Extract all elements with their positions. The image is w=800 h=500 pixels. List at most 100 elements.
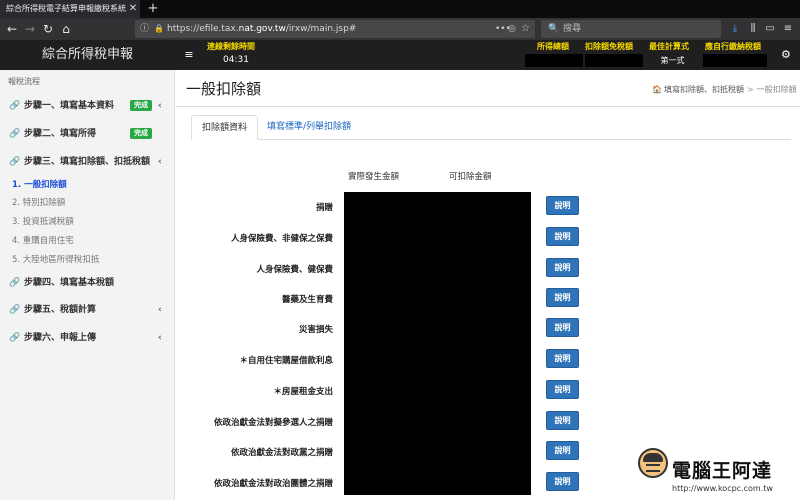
url-text[interactable]: https://efile.tax.nat.gov.tw/irxw/main.j…: [167, 20, 356, 38]
tax-payable-value: [703, 54, 767, 67]
explain-button-insurance-non-nhi[interactable]: 說明: [546, 227, 579, 246]
search-bar[interactable]: 🔍 搜尋: [541, 20, 721, 38]
tax-payable-label: 應自行繳納稅額: [705, 42, 761, 51]
forward-icon[interactable]: →: [22, 21, 38, 37]
redacted-amounts: [344, 192, 531, 495]
row-label-political-candidate: 依政治獻金法對擬參選人之捐贈: [213, 418, 333, 428]
sidebar-subitem-repurchase-home[interactable]: 4. 重購自用住宅: [12, 232, 172, 250]
tab-deduction-data[interactable]: 扣除額資料: [191, 115, 259, 140]
row-label-disaster: 災害損失: [298, 325, 333, 335]
browser-tab-title: 綜合所得稅電子結算申報繳稅系統: [6, 4, 126, 13]
explain-button-medical[interactable]: 說明: [546, 288, 579, 307]
row-label-insurance-nhi: 人身保險費、健保費: [256, 265, 333, 275]
tab-standard-itemized[interactable]: 填寫標準/列舉扣除額: [257, 115, 361, 140]
link-icon: 🔗: [9, 157, 21, 167]
sidebar-subitem-general-deduction[interactable]: 1. 一般扣除額: [12, 176, 172, 194]
sidebar-step-4[interactable]: 🔗 步驟四、填寫基本稅額: [0, 271, 175, 295]
browser-tab-bar: 綜合所得稅電子結算申報繳稅系統 ✕ +: [0, 0, 800, 18]
row-label-rent: ＊房屋租金支出: [273, 387, 333, 397]
browser-tab[interactable]: 綜合所得稅電子結算申報繳稅系統: [0, 0, 140, 18]
sidebar-step-label: 步驟五、稅額計算: [24, 305, 97, 315]
breadcrumb: 🏠 填寫扣除額、扣抵稅額 > 一般扣除額: [652, 84, 797, 95]
breadcrumb-separator: >: [746, 85, 754, 94]
watermark-url: http://www.kocpc.com.tw: [672, 484, 773, 493]
link-icon: 🔗: [9, 101, 21, 111]
total-income-value: [525, 54, 583, 67]
download-icon[interactable]: ⤓: [728, 21, 742, 37]
status-badge: 完成: [130, 100, 152, 111]
sidebar-step-5[interactable]: 🔗 步驟五、稅額計算 ‹: [0, 298, 175, 322]
sidebar: 報稅流程 🔗 步驟一、填寫基本資料 完成 ‹ 🔗 步驟二、填寫所得 完成 🔗 步…: [0, 70, 175, 500]
divider: [176, 106, 800, 107]
explain-button-rent[interactable]: 說明: [546, 380, 579, 399]
row-label-donation: 捐贈: [315, 203, 333, 213]
sidebar-step-1[interactable]: 🔗 步驟一、填寫基本資料 完成 ‹: [0, 94, 175, 118]
row-label-political-group: 依政治獻金法對政治團體之捐贈: [213, 479, 333, 489]
reload-icon[interactable]: ↻: [40, 21, 56, 37]
new-tab-icon[interactable]: +: [146, 0, 160, 18]
total-income-label: 所得總額: [537, 42, 569, 51]
sidebar-subitem-special-deduction[interactable]: 2. 特別扣除額: [12, 194, 172, 212]
column-header-deductible: 可扣除金額: [449, 172, 492, 182]
row-label-medical: 醫藥及生育費: [281, 295, 333, 305]
row-label-political-party: 依政治獻金法對政黨之捐贈: [230, 448, 333, 458]
hamburger-menu-icon[interactable]: ≡: [182, 40, 196, 70]
sidebar-step-2[interactable]: 🔗 步驟二、填寫所得 完成: [0, 122, 175, 146]
tab-bar: 扣除額資料 填寫標準/列舉扣除額: [191, 115, 791, 140]
info-icon[interactable]: ⓘ: [140, 20, 149, 38]
chevron-left-icon: ‹: [158, 101, 162, 111]
watermark-logo: [638, 448, 668, 478]
explain-button-political-group[interactable]: 說明: [546, 472, 579, 491]
sidebar-step-label: 步驟六、申報上傳: [24, 333, 97, 343]
page-title: 一般扣除額: [186, 80, 262, 98]
deduction-exemption-value: [585, 54, 643, 67]
chevron-left-icon: ‹: [158, 333, 162, 343]
row-label-insurance-non-nhi: 人身保險費、非健保之保費: [230, 234, 333, 244]
sidebar-subitem-investment-credit[interactable]: 3. 投資抵減稅額: [12, 213, 172, 231]
sidebar-step-label: 步驟一、填寫基本資料: [24, 101, 115, 111]
back-icon[interactable]: ←: [4, 21, 20, 37]
close-tab-icon[interactable]: ✕: [127, 0, 139, 18]
app-header: 綜合所得稅申報 ≡ 連線剩餘時間 04:31 所得總額 扣除額免稅額 最佳計算式…: [0, 40, 800, 70]
breadcrumb-current: 一般扣除額: [756, 85, 797, 94]
deduction-exemption-label: 扣除額免稅額: [585, 42, 633, 51]
library-icon[interactable]: ⫼: [746, 21, 760, 37]
browser-menu-icon[interactable]: ≡: [781, 21, 795, 37]
pocket-icon[interactable]: ◎: [508, 20, 516, 38]
link-icon: 🔗: [9, 333, 21, 343]
app-brand[interactable]: 綜合所得稅申報: [0, 40, 175, 70]
best-formula-value: 第一式: [660, 56, 685, 65]
sidebar-header: 報稅流程: [8, 77, 40, 86]
link-icon: 🔗: [9, 129, 21, 139]
column-header-actual: 實際發生金額: [348, 172, 400, 182]
sidebar-step-6[interactable]: 🔗 步驟六、申報上傳 ‹: [0, 326, 175, 350]
sidebar-icon[interactable]: ▭: [763, 21, 777, 37]
gear-icon[interactable]: ⚙: [781, 40, 791, 70]
home-icon[interactable]: ⌂: [58, 21, 74, 37]
explain-button-insurance-nhi[interactable]: 說明: [546, 258, 579, 277]
explain-button-mortgage-interest[interactable]: 說明: [546, 349, 579, 368]
url-bar[interactable]: ⓘ 🔒 https://efile.tax.nat.gov.tw/irxw/ma…: [135, 20, 535, 38]
breadcrumb-parent[interactable]: 填寫扣除額、扣抵稅額: [664, 85, 744, 94]
explain-button-disaster[interactable]: 說明: [546, 318, 579, 337]
lock-icon[interactable]: 🔒: [154, 20, 164, 38]
connection-time-value: 04:31: [223, 55, 249, 65]
sidebar-step-label: 步驟二、填寫所得: [24, 129, 97, 139]
sidebar-step-3[interactable]: 🔗 步驟三、填寫扣除額、扣抵稅額 ‹: [0, 150, 175, 174]
bookmark-star-icon[interactable]: ☆: [521, 20, 530, 38]
browser-nav-bar: ← → ↻ ⌂ ⓘ 🔒 https://efile.tax.nat.gov.tw…: [0, 18, 800, 40]
watermark-title: 電腦王阿達: [672, 460, 773, 482]
explain-button-political-candidate[interactable]: 說明: [546, 411, 579, 430]
dashboard-icon: 🏠: [652, 85, 662, 94]
explain-button-donation[interactable]: 說明: [546, 196, 579, 215]
explain-button-political-party[interactable]: 說明: [546, 441, 579, 460]
status-badge: 完成: [130, 128, 152, 139]
link-icon: 🔗: [9, 305, 21, 315]
connection-time-label: 連線剩餘時間: [207, 42, 255, 51]
chevron-left-icon: ‹: [158, 305, 162, 315]
search-icon: 🔍: [548, 24, 560, 34]
chevron-left-icon: ‹: [158, 157, 162, 167]
sidebar-subitem-mainland-credit[interactable]: 5. 大陸地區所得稅扣抵: [12, 251, 172, 269]
sidebar-step-label: 步驟四、填寫基本稅額: [24, 278, 115, 288]
search-input[interactable]: 搜尋: [563, 20, 581, 38]
